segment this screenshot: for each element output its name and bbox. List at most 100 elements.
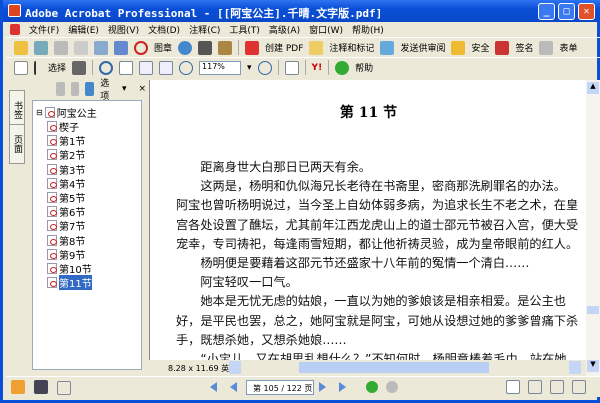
scroll-left-button[interactable] (229, 361, 241, 374)
select-tool-button[interactable]: 选择 (48, 61, 66, 74)
bookmark-item[interactable]: 第2节 (47, 147, 85, 162)
bookmark-label: 第6节 (59, 208, 86, 220)
expand-bookmark-icon[interactable] (85, 82, 95, 96)
menu-view[interactable]: 视图(V) (108, 23, 139, 36)
continuous-icon[interactable] (528, 380, 542, 394)
menu-file[interactable]: 文件(F) (29, 23, 59, 36)
previous-page-button[interactable] (230, 382, 237, 392)
bookmark-item[interactable]: 第6节 (47, 204, 85, 219)
menu-comments[interactable]: 注释(C) (189, 23, 220, 36)
scroll-down-button[interactable]: ▼ (587, 360, 599, 372)
menu-help[interactable]: 帮助(H) (352, 23, 384, 36)
facing-icon[interactable] (572, 380, 586, 394)
help-icon (335, 60, 350, 75)
delete-bookmark-icon[interactable] (56, 82, 65, 96)
scroll-right-button[interactable] (569, 361, 581, 374)
organizer-icon[interactable] (34, 40, 48, 55)
bookmark-item[interactable]: 第5节 (47, 190, 85, 205)
text-line: 杨明便是要藉着这邵元节还盛家十八年前的冤情一个清白…… (176, 256, 530, 270)
email-icon[interactable] (94, 40, 108, 55)
security-button[interactable]: 安全 (471, 41, 489, 54)
bookmark-label: 第9节 (59, 250, 86, 262)
bookmark-icon (47, 234, 57, 246)
fullscreen-icon[interactable] (34, 380, 48, 394)
scroll-thumb[interactable] (587, 306, 599, 314)
bookmark-item[interactable]: 楔子 (47, 119, 79, 134)
menu-document[interactable]: 文档(D) (148, 23, 180, 36)
zoom-in-icon[interactable] (257, 60, 272, 75)
page-layout-icon[interactable] (57, 381, 71, 395)
send-review-button[interactable]: 发送供审阅 (400, 41, 445, 54)
bookmark-item[interactable]: 第7节 (47, 218, 85, 233)
main-toolbar: 图章 创建 PDF 注释和标记 发送供审阅 安全 签名 表单 (6, 37, 600, 57)
bookmark-item[interactable]: 第10节 (47, 261, 92, 276)
sign-button[interactable]: 签名 (515, 41, 533, 54)
rotate-view-icon[interactable] (284, 60, 299, 75)
menu-tools[interactable]: 工具(T) (229, 23, 260, 36)
fit-page-icon[interactable] (139, 60, 154, 75)
bookmark-item[interactable]: 第8节 (47, 233, 85, 248)
bookmark-root[interactable]: ⊟ 阿宝公主 (36, 105, 97, 120)
maximize-button[interactable]: □ (558, 3, 575, 20)
forms-button[interactable]: 表单 (559, 41, 577, 54)
tab-pages[interactable]: 页面 (9, 124, 25, 164)
menu-edit[interactable]: 编辑(E) (68, 23, 99, 36)
attach-icon[interactable] (114, 40, 128, 55)
collapse-icon[interactable]: ⊟ (36, 108, 43, 117)
bookmark-label: 第2节 (59, 151, 86, 163)
zoom-in-tool-icon[interactable] (99, 60, 114, 75)
zoom-dropdown-icon[interactable]: ▾ (247, 63, 252, 73)
binoculars-icon[interactable] (198, 40, 213, 55)
vertical-scrollbar[interactable]: ▲ ▼ (586, 80, 600, 376)
open-icon[interactable] (14, 40, 28, 55)
zoom-level-field[interactable]: 117% (199, 60, 242, 75)
status-bar: 第 105 / 122 页 (6, 376, 600, 397)
new-bookmark-icon[interactable] (70, 82, 80, 96)
title-bar: Adobe Acrobat Professional - [[阿宝公主].千晴.… (3, 0, 600, 22)
next-page-button[interactable] (319, 382, 326, 392)
document-view: 第 11 节 距离身世大白那日已两天有余。 这两是，杨明和仇似海兄长老待在书斋里… (149, 80, 586, 360)
help-button[interactable]: 帮助 (355, 61, 373, 74)
print-icon[interactable] (74, 40, 88, 55)
page-number-field[interactable]: 第 105 / 122 页 (246, 380, 314, 395)
go-back-button[interactable] (366, 381, 378, 393)
bookmark-label: 第11节 (59, 275, 92, 291)
bookmark-item[interactable]: 第9节 (47, 247, 85, 262)
create-pdf-button[interactable]: 创建 PDF (265, 41, 303, 54)
bookmark-item[interactable]: 第3节 (47, 162, 85, 177)
options-dropdown-icon[interactable]: ▾ (122, 84, 127, 94)
stamp-icon[interactable] (134, 40, 148, 55)
snapshot-icon[interactable] (72, 60, 87, 75)
bookmark-icon (47, 163, 57, 175)
options-button[interactable]: 选项 (100, 76, 116, 102)
save-icon[interactable] (54, 40, 68, 55)
minimize-button[interactable]: _ (538, 3, 555, 20)
close-panel-button[interactable]: × (138, 84, 146, 94)
comment-markup-button[interactable]: 注释和标记 (329, 41, 374, 54)
close-button[interactable]: ✕ (578, 3, 595, 20)
single-page-icon[interactable] (506, 380, 520, 394)
horizontal-scroll-thumb[interactable] (299, 362, 489, 373)
window-title: Adobe Acrobat Professional - [[阿宝公主].千晴.… (25, 7, 383, 20)
menu-window[interactable]: 窗口(W) (309, 23, 343, 36)
bookmark-icon (47, 220, 57, 232)
actual-size-icon[interactable] (119, 60, 134, 75)
continuous-facing-icon[interactable] (550, 380, 564, 394)
first-page-button[interactable] (210, 382, 217, 392)
last-page-button[interactable] (339, 382, 346, 392)
picture-tasks-icon[interactable] (218, 40, 233, 55)
bookmark-item[interactable]: 第11节 (47, 275, 92, 291)
zoom-out-icon[interactable] (179, 60, 194, 75)
hand-tool-icon[interactable] (14, 60, 28, 75)
tips-icon[interactable] (11, 380, 25, 394)
bookmark-item[interactable]: 第4节 (47, 176, 85, 191)
scroll-up-button[interactable]: ▲ (587, 82, 599, 94)
fit-width-icon[interactable] (159, 60, 174, 75)
bookmark-item[interactable]: 第1节 (47, 133, 85, 148)
stamp-button[interactable]: 图章 (154, 41, 172, 54)
yahoo-icon[interactable]: Y! (312, 63, 323, 73)
web-icon[interactable] (178, 40, 193, 55)
forms-icon (539, 40, 554, 55)
go-forward-button[interactable] (386, 381, 398, 393)
menu-advanced[interactable]: 高级(A) (269, 23, 300, 36)
